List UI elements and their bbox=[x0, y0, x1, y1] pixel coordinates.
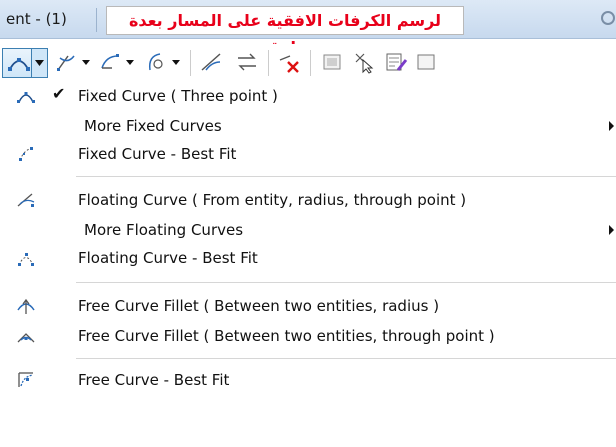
edit-table-button[interactable] bbox=[384, 44, 408, 80]
menu-item-label: Fixed Curve ( Three point ) bbox=[78, 87, 278, 105]
menu-item-label: Fixed Curve - Best Fit bbox=[78, 145, 237, 163]
toolbar bbox=[0, 44, 616, 80]
submenu-arrow-icon bbox=[609, 225, 614, 235]
floating-best-fit-icon bbox=[18, 253, 34, 266]
menu-item-label: More Floating Curves bbox=[84, 221, 244, 239]
menu-item-label: More Fixed Curves bbox=[84, 117, 222, 135]
menu-item-label: Free Curve Fillet ( Between two entities… bbox=[78, 327, 495, 345]
fillet-through-point-icon bbox=[17, 333, 35, 343]
reverse-direction-button[interactable] bbox=[234, 44, 262, 80]
check-icon: ✔ bbox=[52, 84, 66, 103]
arc-tangent-icon bbox=[101, 54, 134, 69]
select-pointer-icon bbox=[355, 53, 374, 74]
properties-icon bbox=[323, 54, 341, 70]
menu-item-label: Floating Curve ( From entity, radius, th… bbox=[78, 191, 467, 209]
delete-element-button[interactable] bbox=[276, 44, 304, 80]
menu-item-more-floating-curves[interactable]: More Floating Curves bbox=[0, 216, 616, 244]
arc-tangent-button[interactable] bbox=[98, 44, 138, 80]
menu-separator bbox=[76, 176, 616, 177]
spiral-arc-button[interactable] bbox=[144, 44, 184, 80]
chevron-down-icon bbox=[35, 60, 44, 66]
menu-item-fixed-curve-three-point[interactable]: ✔ Fixed Curve ( Three point ) bbox=[0, 82, 616, 110]
submenu-arrow-icon bbox=[609, 121, 614, 131]
toolbar-separator bbox=[310, 50, 311, 76]
menu-separator bbox=[76, 282, 616, 283]
line-arc-button[interactable] bbox=[54, 44, 94, 80]
curve-tool-dropdown[interactable] bbox=[31, 49, 47, 77]
free-curve-best-fit-icon bbox=[18, 372, 34, 387]
curve-tool-button[interactable] bbox=[2, 48, 48, 78]
menu-separator bbox=[76, 358, 616, 359]
grid-icon bbox=[417, 54, 435, 70]
window-title: ent - (1) bbox=[6, 10, 67, 28]
menu-item-free-curve-fillet-through-point[interactable]: Free Curve Fillet ( Between two entities… bbox=[0, 322, 616, 350]
title-divider bbox=[96, 8, 97, 32]
toolbar-separator bbox=[268, 50, 269, 76]
menu-item-free-curve-best-fit[interactable]: Free Curve - Best Fit bbox=[0, 366, 616, 394]
extra-tool-button[interactable] bbox=[414, 44, 438, 80]
menu-item-floating-curve-best-fit[interactable]: Floating Curve - Best Fit bbox=[0, 244, 616, 272]
menu-item-label: Free Curve Fillet ( Between two entities… bbox=[78, 297, 440, 315]
best-fit-points-icon bbox=[19, 147, 33, 161]
select-pointer-button[interactable] bbox=[352, 44, 376, 80]
fillet-radius-icon bbox=[17, 298, 35, 314]
menu-item-more-fixed-curves[interactable]: More Fixed Curves bbox=[0, 112, 616, 140]
delete-element-icon bbox=[279, 55, 299, 73]
fillet-button[interactable] bbox=[198, 44, 226, 80]
arc-three-point-icon bbox=[8, 58, 30, 71]
toolbar-separator bbox=[190, 50, 191, 76]
menu-item-free-curve-fillet-radius[interactable]: Free Curve Fillet ( Between two entities… bbox=[0, 292, 616, 320]
annotation-banner: لرسم الكرفات الافقية على المسار بعدة طرق bbox=[106, 6, 464, 57]
menu-item-label: Free Curve - Best Fit bbox=[78, 371, 230, 389]
arc-three-point-icon bbox=[17, 92, 35, 103]
menu-item-label: Floating Curve - Best Fit bbox=[78, 249, 258, 267]
floating-curve-icon bbox=[17, 193, 35, 207]
line-arc-icon bbox=[57, 55, 90, 71]
spiral-arc-icon bbox=[148, 53, 180, 71]
edit-table-icon bbox=[386, 53, 408, 71]
reverse-direction-icon bbox=[238, 53, 256, 71]
search-icon[interactable] bbox=[596, 10, 616, 30]
menu-item-floating-curve[interactable]: Floating Curve ( From entity, radius, th… bbox=[0, 186, 616, 214]
properties-button[interactable] bbox=[320, 44, 344, 80]
menu-item-fixed-curve-best-fit[interactable]: Fixed Curve - Best Fit bbox=[0, 140, 616, 168]
fillet-icon bbox=[201, 53, 221, 71]
title-bar: ent - (1) لرسم الكرفات الافقية على المسا… bbox=[0, 0, 616, 57]
